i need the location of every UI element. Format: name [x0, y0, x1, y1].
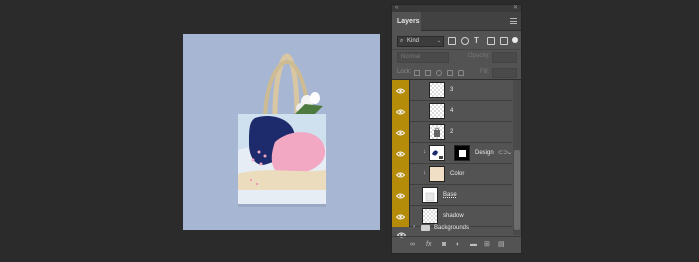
visibility-eye-icon[interactable]: [392, 164, 410, 185]
panel-tab-row: Layers: [392, 12, 521, 31]
image-filter-icon[interactable]: [448, 37, 456, 45]
shape-filter-icon[interactable]: [487, 37, 495, 45]
visibility-eye-icon[interactable]: [392, 143, 410, 164]
panel-title-bar: « ✕: [392, 5, 521, 12]
filter-toggle-icon[interactable]: [512, 37, 518, 43]
layer-thumbnail: [429, 124, 445, 140]
visibility-eye-icon[interactable]: [392, 101, 410, 122]
lock-row: Lock: Fill:: [392, 66, 521, 80]
chevron-down-icon[interactable]: ⌄: [507, 149, 512, 156]
new-layer-icon[interactable]: ⊞: [484, 241, 490, 249]
layer-name: 4: [450, 108, 454, 114]
fill-field[interactable]: [492, 68, 517, 78]
smart-object-badge-icon: [432, 150, 443, 159]
fill-label: Fill:: [480, 69, 490, 75]
scrollbar-thumb[interactable]: [514, 150, 520, 230]
search-icon: ⌕: [400, 38, 404, 44]
adjustment-layer-icon[interactable]: ◐: [456, 241, 460, 249]
layer-name: Base: [443, 192, 457, 198]
tab-layers[interactable]: Layers: [392, 12, 421, 31]
clipping-mask-icon: ↓: [423, 170, 426, 176]
lock-artboard-icon[interactable]: [447, 70, 453, 76]
opacity-field[interactable]: [492, 52, 517, 63]
layer-row[interactable]: 3: [392, 80, 512, 101]
add-mask-icon[interactable]: ◙: [442, 241, 446, 249]
new-group-icon[interactable]: ▬: [470, 241, 477, 249]
chevron-right-icon[interactable]: ›: [413, 224, 415, 230]
collapse-panel-icon[interactable]: «: [395, 5, 398, 12]
color-fill-thumbnail: [429, 166, 445, 182]
blend-row: Normal Opacity:: [392, 50, 521, 65]
layers-scrollbar[interactable]: [513, 80, 521, 235]
layer-filter-row: ⌕ Kind ⌄ T: [392, 32, 521, 50]
fx-icon[interactable]: fx: [426, 241, 431, 249]
filter-kind-label: Kind: [407, 38, 420, 44]
layer-row[interactable]: Base: [392, 185, 512, 206]
type-filter-icon[interactable]: T: [474, 37, 482, 45]
link-layers-icon[interactable]: ∞: [410, 241, 415, 249]
layer-row[interactable]: ↓ Design ⊂⊃ ⌄: [392, 143, 512, 164]
hamburger-menu-icon[interactable]: [510, 18, 517, 24]
lock-transparent-pixels-icon[interactable]: [414, 70, 420, 76]
lock-image-pixels-icon[interactable]: [425, 70, 431, 76]
layer-row[interactable]: 2: [392, 122, 512, 143]
adjustment-filter-icon[interactable]: [461, 37, 469, 45]
tote-bag-mockup-image: [238, 53, 326, 207]
layer-row[interactable]: 4: [392, 101, 512, 122]
layer-mask-thumbnail[interactable]: [454, 145, 470, 161]
document-canvas-area[interactable]: [0, 0, 699, 262]
visibility-eye-icon[interactable]: [392, 80, 410, 101]
smart-object-filter-icon[interactable]: [500, 37, 508, 45]
layer-name: 2: [450, 129, 454, 135]
layer-name: Color: [450, 171, 465, 177]
opacity-label: Opacity:: [468, 53, 491, 59]
lock-all-icon[interactable]: [458, 70, 464, 76]
layers-panel: « ✕ Layers ⌕ Kind ⌄ T Normal Opacity: Lo…: [391, 4, 522, 254]
filter-kind-select[interactable]: ⌕ Kind ⌄: [397, 36, 444, 47]
layer-group-row[interactable]: › Backgrounds: [392, 221, 512, 238]
trash-icon[interactable]: ▤: [498, 241, 505, 249]
folder-icon: [421, 225, 430, 231]
blend-mode-select[interactable]: Normal: [397, 52, 449, 63]
layers-bottom-toolbar: ∞ fx ◙ ◐ ▬ ⊞ ▤: [392, 236, 521, 253]
group-name: Backgrounds: [434, 225, 470, 231]
layer-thumbnail: [422, 187, 438, 203]
visibility-eye-icon[interactable]: [392, 185, 410, 206]
layer-thumbnail: [429, 103, 445, 119]
bag-thumbnail-icon: [434, 127, 440, 137]
layer-thumbnail: [429, 145, 445, 161]
layers-list: 3 4 2 ↓ Design ⊂⊃ ⌄ ↓ Color Base shadow: [392, 80, 512, 227]
layer-thumbnail: [429, 82, 445, 98]
lock-position-icon[interactable]: [436, 70, 442, 76]
layer-name: Design: [475, 150, 494, 156]
layer-name: 3: [450, 87, 454, 93]
lock-label: Lock:: [397, 69, 412, 75]
artboard[interactable]: [183, 34, 380, 230]
close-panel-icon[interactable]: ✕: [513, 5, 518, 12]
chevron-down-icon: ⌄: [436, 38, 441, 44]
bag-thumbnail-icon: [425, 192, 435, 202]
visibility-eye-icon[interactable]: [392, 122, 410, 143]
layer-row[interactable]: ↓ Color: [392, 164, 512, 185]
clipping-mask-icon: ↓: [423, 149, 426, 155]
